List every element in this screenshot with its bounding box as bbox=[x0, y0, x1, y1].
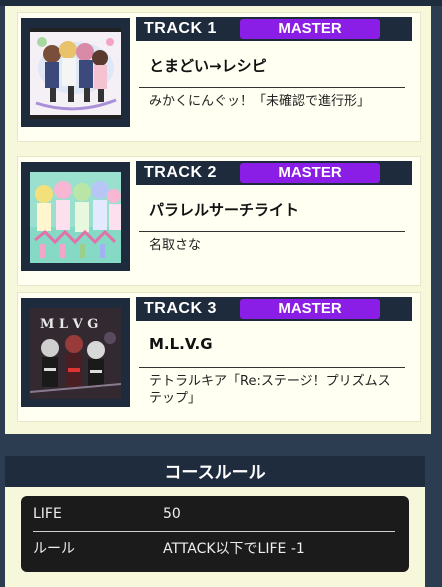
rule-value: 50 bbox=[163, 506, 181, 522]
track-card-1[interactable]: TRACK 1 MASTER とまどい→レシピ みかくにんぐッ！「未確認で進行形… bbox=[17, 12, 421, 142]
song-artist: テトラルキア「Re:ステージ！プリズムステップ」 bbox=[149, 374, 391, 406]
title-box: パラレルサーチライト bbox=[139, 187, 405, 232]
course-rules-panel: コースルール LIFE 50 ルール ATTACK以下でLIFE -1 bbox=[5, 456, 425, 587]
song-title[interactable]: パラレルサーチライト bbox=[149, 199, 299, 220]
course-tracks-panel: TRACK 1 MASTER とまどい→レシピ みかくにんぐッ！「未確認で進行形… bbox=[5, 6, 431, 434]
album-art-icon[interactable] bbox=[30, 172, 121, 263]
track-card-2[interactable]: TRACK 2 MASTER パラレルサーチライト 名取さな bbox=[17, 156, 421, 286]
difficulty-badge: MASTER bbox=[240, 299, 380, 319]
track-header: TRACK 2 MASTER bbox=[136, 161, 412, 185]
logo-lettering: M L V G bbox=[40, 317, 98, 332]
track-number: TRACK 2 bbox=[144, 164, 217, 181]
track-header: TRACK 3 MASTER bbox=[136, 297, 412, 321]
difficulty-badge: MASTER bbox=[240, 163, 380, 183]
title-box: M.L.V.G bbox=[139, 323, 405, 368]
jacket-frame bbox=[21, 18, 130, 127]
song-title[interactable]: M.L.V.G bbox=[149, 335, 213, 353]
jacket-frame: M L V G bbox=[21, 298, 130, 407]
song-artist: 名取さな bbox=[149, 238, 202, 253]
song-title[interactable]: とまどい→レシピ bbox=[149, 55, 267, 76]
album-art-icon[interactable]: M L V G bbox=[30, 308, 121, 399]
track-header: TRACK 1 MASTER bbox=[136, 17, 412, 41]
rule-row-life: LIFE 50 bbox=[33, 498, 395, 532]
rule-value: ATTACK以下でLIFE -1 bbox=[163, 541, 305, 557]
course-rules-table: LIFE 50 ルール ATTACK以下でLIFE -1 bbox=[21, 496, 409, 572]
track-number: TRACK 1 bbox=[144, 20, 217, 37]
song-artist: みかくにんぐッ！「未確認で進行形」 bbox=[149, 94, 371, 109]
rule-row-rule: ルール ATTACK以下でLIFE -1 bbox=[33, 533, 395, 566]
track-number: TRACK 3 bbox=[144, 300, 217, 317]
title-box: とまどい→レシピ bbox=[139, 43, 405, 88]
album-art-icon[interactable] bbox=[30, 28, 121, 119]
course-rules-heading: コースルール bbox=[5, 459, 425, 487]
rule-key: ルール bbox=[33, 541, 75, 557]
track-card-3[interactable]: M L V G TRACK 3 MASTER M.L.V.G テトラルキア「Re… bbox=[17, 292, 421, 422]
jacket-frame bbox=[21, 162, 130, 271]
rule-key: LIFE bbox=[33, 506, 62, 522]
difficulty-badge: MASTER bbox=[240, 19, 380, 39]
